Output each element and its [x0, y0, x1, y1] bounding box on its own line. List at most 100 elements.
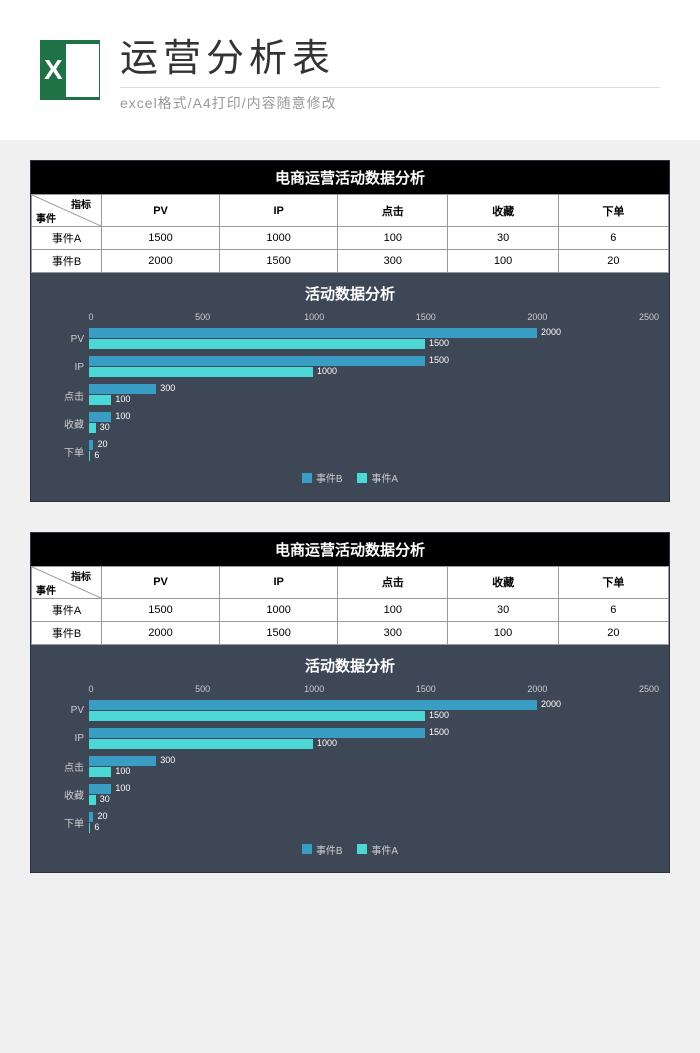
bar-group: PV20001500 [51, 700, 649, 722]
bar: 1500 [89, 339, 425, 349]
corner-top-label: 指标 [71, 196, 91, 211]
bar-category-label: PV [51, 334, 89, 345]
col-header: 下单 [558, 195, 668, 227]
axis-tick: 500 [195, 684, 210, 694]
bar: 6 [89, 823, 90, 833]
chart-title: 活动数据分析 [51, 655, 649, 676]
panel-title: 电商运营活动数据分析 [31, 161, 669, 194]
axis-tick: 1000 [304, 684, 324, 694]
cell: 1500 [102, 227, 220, 250]
cell: 300 [338, 621, 448, 644]
chart-area: 活动数据分析 0 500 1000 1500 2000 2500 PV20001… [31, 273, 669, 501]
bar-value-label: 300 [160, 383, 175, 393]
bar: 100 [89, 767, 111, 777]
bar-category-label: 收藏 [51, 416, 89, 431]
table-row: 事件B 2000 1500 300 100 20 [32, 621, 669, 644]
bar: 1500 [89, 356, 425, 366]
bar: 2000 [89, 328, 537, 338]
legend-item-a: 事件A [357, 470, 398, 485]
axis-tick: 0 [88, 312, 93, 322]
chart-area: 活动数据分析 0 500 1000 1500 2000 2500 PV20001… [31, 645, 669, 873]
bar-value-label: 1500 [429, 710, 449, 720]
corner-bottom-label: 事件 [36, 210, 56, 225]
bar-value-label: 6 [94, 822, 99, 832]
col-header: 收藏 [448, 195, 558, 227]
bar-category-label: PV [51, 705, 89, 716]
bar-group: 收藏 100 30 [51, 412, 649, 434]
bar-category-label: 下单 [51, 444, 89, 459]
cell: 100 [448, 621, 558, 644]
cell: 2000 [102, 621, 220, 644]
bar-category-label: IP [51, 362, 89, 373]
bar: 20 [89, 812, 93, 822]
legend: 事件B 事件A [51, 842, 649, 858]
bar-value-label: 100 [115, 411, 130, 421]
bar-category-label: IP [51, 733, 89, 744]
x-axis: 0 500 1000 1500 2000 2500 [91, 312, 649, 324]
bar-value-label: 100 [115, 394, 130, 404]
bar: 1000 [89, 739, 313, 749]
cell: 300 [338, 250, 448, 273]
header-text: 运营分析表 excel格式/A4打印/内容随意修改 [120, 27, 660, 113]
row-label: 事件B [32, 621, 102, 644]
bar-group: 下单206 [51, 440, 649, 462]
cell: 6 [558, 598, 668, 621]
row-label: 事件A [32, 227, 102, 250]
axis-tick: 500 [195, 312, 210, 322]
cell: 30 [448, 227, 558, 250]
table-row: 事件A 1500 1000 100 30 6 [32, 227, 669, 250]
cell: 1000 [220, 598, 338, 621]
bar: 300 [89, 756, 156, 766]
col-header: PV [102, 195, 220, 227]
analysis-panel-1: 电商运营活动数据分析 指标 事件 PV IP 点击 收藏 下单 事件A 1500… [30, 160, 670, 502]
bar-value-label: 2000 [541, 327, 561, 337]
legend-item-b: 事件B [302, 842, 343, 857]
col-header: 点击 [338, 195, 448, 227]
bar-category-label: 下单 [51, 815, 89, 830]
legend-swatch-icon [357, 844, 367, 854]
col-header: IP [220, 195, 338, 227]
cell: 30 [448, 598, 558, 621]
legend-item-b: 事件B [302, 470, 343, 485]
cell: 1500 [102, 598, 220, 621]
axis-tick: 1500 [416, 684, 436, 694]
cell: 20 [558, 250, 668, 273]
bar: 30 [89, 423, 96, 433]
bar: 100 [89, 395, 111, 405]
data-table: 指标 事件 PV IP 点击 收藏 下单 事件A 1500 1000 100 3… [31, 194, 669, 273]
axis-tick: 1000 [304, 312, 324, 322]
bar-value-label: 100 [115, 766, 130, 776]
x-axis: 0 500 1000 1500 2000 2500 [91, 684, 649, 696]
bar: 20 [89, 440, 93, 450]
bar-value-label: 30 [100, 794, 110, 804]
bar: 1500 [89, 728, 425, 738]
bar-value-label: 100 [115, 783, 130, 793]
bar: 6 [89, 451, 90, 461]
cell: 1000 [220, 227, 338, 250]
corner-bottom-label: 事件 [36, 582, 56, 597]
bar-value-label: 6 [94, 450, 99, 460]
bar: 100 [89, 784, 111, 794]
chart-title: 活动数据分析 [51, 283, 649, 304]
bar-group: IP15001000 [51, 356, 649, 378]
header-subtitle: excel格式/A4打印/内容随意修改 [120, 93, 660, 113]
row-label: 事件A [32, 598, 102, 621]
bar-group: IP15001000 [51, 728, 649, 750]
legend-swatch-icon [357, 473, 367, 483]
col-header: IP [220, 566, 338, 598]
bar: 2000 [89, 700, 537, 710]
bar-value-label: 2000 [541, 699, 561, 709]
cell: 2000 [102, 250, 220, 273]
table-row: 事件B 2000 1500 300 100 20 [32, 250, 669, 273]
bar-group: PV20001500 [51, 328, 649, 350]
col-header: 点击 [338, 566, 448, 598]
bar-group: 收藏10030 [51, 784, 649, 806]
table-row: 事件A 1500 1000 100 30 6 [32, 598, 669, 621]
legend-swatch-icon [302, 473, 312, 483]
cell: 100 [338, 227, 448, 250]
bar-group: 下单206 [51, 812, 649, 834]
table-corner: 指标 事件 [32, 566, 102, 598]
bar: 1000 [89, 367, 313, 377]
bar-category-label: 收藏 [51, 787, 89, 802]
data-table: 指标 事件 PV IP 点击 收藏 下单 事件A 1500 1000 100 3… [31, 566, 669, 645]
